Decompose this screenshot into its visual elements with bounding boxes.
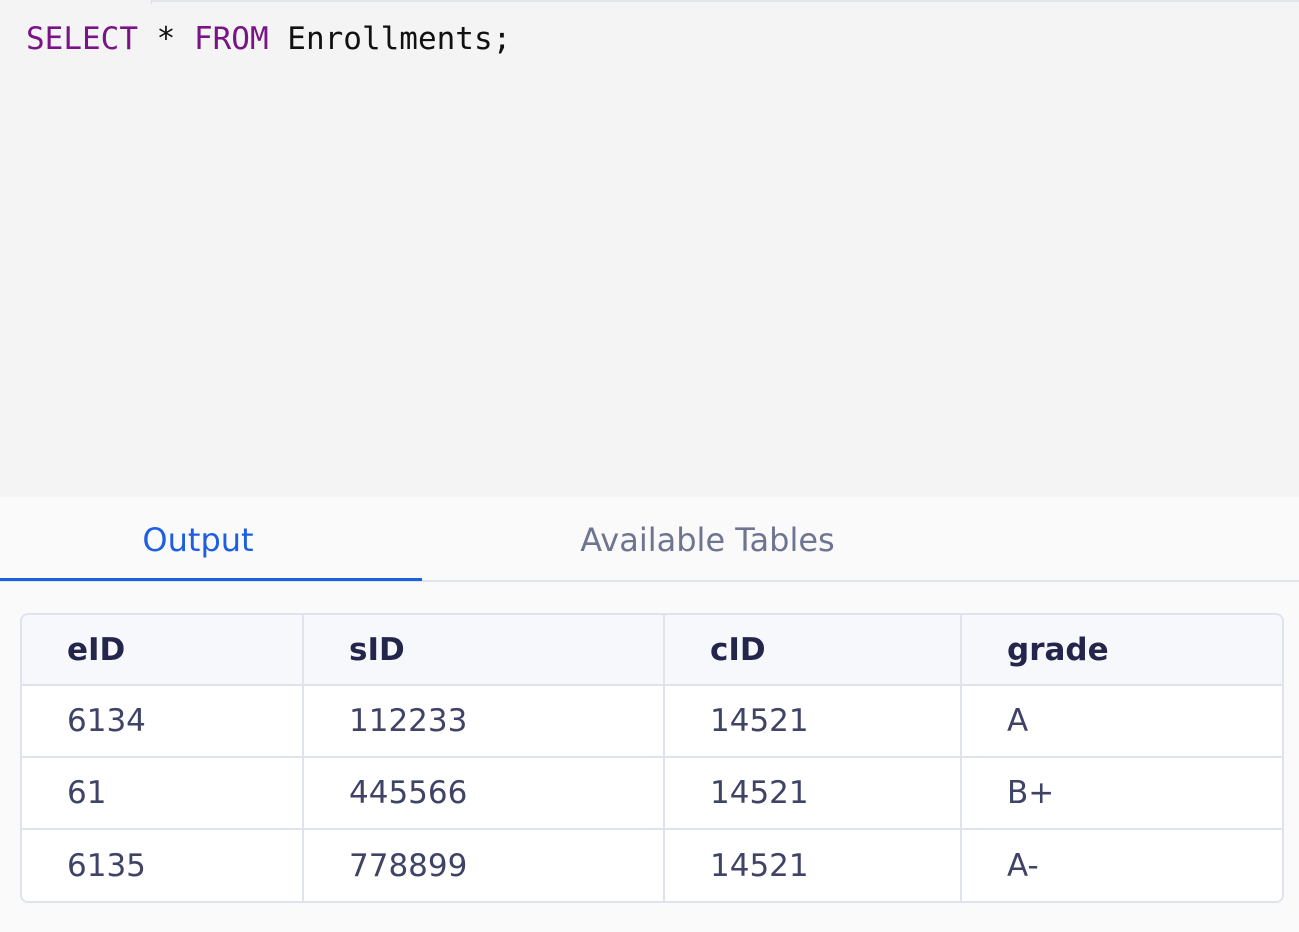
sql-keyword-select: SELECT bbox=[26, 21, 138, 57]
sql-keyword-from: FROM bbox=[193, 21, 269, 57]
result-tabs: Output Available Tables bbox=[0, 497, 1299, 582]
table-cell: 6134 bbox=[22, 685, 304, 758]
tab-output-label: Output bbox=[142, 520, 254, 559]
table-header-row: eID sID cID grade bbox=[22, 615, 1282, 686]
sql-playground: SELECT * FROM Enrollments; Output Availa… bbox=[0, 0, 1299, 932]
code-line-1[interactable]: SELECT * FROM Enrollments; bbox=[26, 20, 511, 58]
column-header: sID bbox=[303, 615, 665, 686]
sql-star: * bbox=[137, 21, 194, 57]
sql-table-name: Enrollments; bbox=[268, 21, 512, 57]
table-cell: 112233 bbox=[303, 685, 665, 758]
table-cell: 14521 bbox=[664, 685, 962, 758]
sql-editor[interactable]: SELECT * FROM Enrollments; bbox=[0, 0, 1299, 497]
table-cell: 14521 bbox=[664, 829, 962, 901]
tab-available-tables[interactable]: Available Tables bbox=[422, 497, 993, 582]
table-cell: 14521 bbox=[664, 757, 962, 830]
table-cell: 445566 bbox=[303, 757, 665, 830]
column-header: grade bbox=[961, 615, 1282, 686]
table-cell: 61 bbox=[22, 757, 304, 830]
table-cell: B+ bbox=[961, 757, 1282, 830]
table-cell: 778899 bbox=[303, 829, 665, 901]
active-tab-indicator bbox=[0, 578, 422, 581]
tab-available-tables-label: Available Tables bbox=[580, 520, 835, 559]
result-table: eID sID cID grade 6134 112233 14521 A 61… bbox=[22, 615, 1282, 901]
table-cell: A- bbox=[961, 829, 1282, 901]
table-cell: A bbox=[961, 685, 1282, 758]
tab-output[interactable]: Output bbox=[0, 497, 396, 582]
table-row: 6135 778899 14521 A- bbox=[22, 829, 1282, 901]
table-row: 61 445566 14521 B+ bbox=[22, 757, 1282, 830]
table-cell: 6135 bbox=[22, 829, 304, 901]
column-header: eID bbox=[22, 615, 304, 686]
editor-border bbox=[152, 0, 1299, 2]
editor-divider bbox=[151, 0, 152, 4]
result-table-container: eID sID cID grade 6134 112233 14521 A 61… bbox=[20, 613, 1284, 903]
column-header: cID bbox=[664, 615, 962, 686]
table-row: 6134 112233 14521 A bbox=[22, 685, 1282, 758]
